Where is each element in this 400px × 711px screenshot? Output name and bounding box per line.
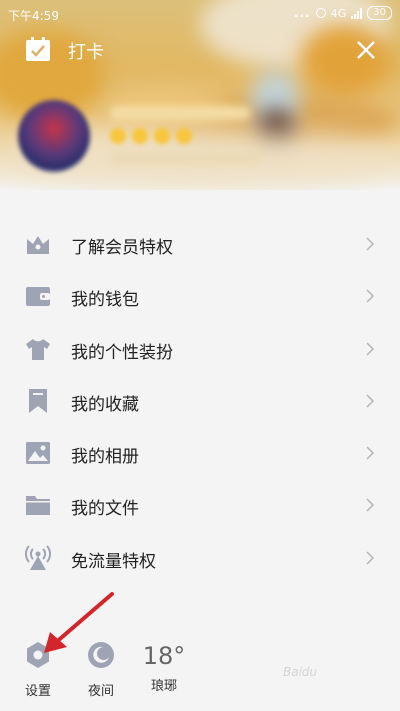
night-label: 夜间 bbox=[87, 684, 114, 699]
wallet-icon bbox=[26, 287, 50, 307]
menu-item-free-data[interactable]: 免流量特权 bbox=[0, 533, 400, 585]
chevron-right-icon bbox=[366, 394, 375, 408]
menu-item-files[interactable]: 我的文件 bbox=[0, 480, 400, 532]
calendar-check-icon[interactable] bbox=[25, 36, 51, 62]
menu-item-vip[interactable]: 了解会员特权 bbox=[0, 219, 400, 271]
alarm-icon bbox=[315, 8, 326, 18]
menu-item-album[interactable]: 我的相册 bbox=[0, 428, 400, 480]
menu-item-label: 我的文件 bbox=[71, 499, 139, 520]
menu-item-wallet[interactable]: 我的钱包 bbox=[0, 271, 400, 323]
menu-item-label: 我的钱包 bbox=[71, 290, 139, 311]
signature-blurred bbox=[110, 152, 260, 164]
checkin-label[interactable]: 打卡 bbox=[68, 38, 104, 64]
menu-item-label: 免流量特权 bbox=[71, 551, 156, 572]
chevron-right-icon bbox=[366, 551, 375, 565]
broadcast-icon bbox=[25, 545, 51, 570]
signal-dots: ... bbox=[294, 6, 311, 20]
battery-level: 30 bbox=[367, 6, 392, 20]
watermark: Baidu bbox=[283, 665, 318, 679]
folder-icon bbox=[26, 496, 50, 516]
temperature: 18° bbox=[142, 642, 186, 670]
close-icon[interactable] bbox=[350, 34, 382, 66]
chevron-right-icon bbox=[366, 498, 375, 513]
city-name: 琅琊 bbox=[150, 679, 177, 694]
chevron-right-icon bbox=[366, 237, 375, 251]
level-stars bbox=[110, 128, 192, 144]
bookmark-icon bbox=[29, 388, 47, 413]
red-arrow-annotation bbox=[44, 592, 114, 653]
chevron-right-icon bbox=[366, 289, 375, 303]
image-icon bbox=[26, 442, 50, 465]
status-time: 下午4:59 bbox=[8, 9, 59, 23]
avatar[interactable] bbox=[18, 100, 90, 172]
menu-item-favorites[interactable]: 我的收藏 bbox=[0, 376, 400, 428]
shirt-icon bbox=[26, 338, 50, 360]
chevron-right-icon bbox=[366, 446, 375, 460]
weather-widget[interactable]: 18° 琅琊 bbox=[140, 642, 188, 694]
status-bar: 下午4:59 ... 4G 30 bbox=[0, 0, 400, 30]
settings-label: 设置 bbox=[24, 684, 51, 699]
menu-item-dressup[interactable]: 我的个性装扮 bbox=[0, 324, 400, 376]
drawer-menu: 了解会员特权 我的钱包 我的个性装扮 我的收藏 我的相册 我的文件 免流量特权 bbox=[0, 219, 400, 585]
signal-bars-icon bbox=[351, 7, 363, 19]
profile-header: 下午4:59 ... 4G 30 打卡 bbox=[0, 0, 400, 190]
network-type: 4G bbox=[330, 6, 347, 20]
crown-icon bbox=[27, 236, 49, 254]
menu-item-label: 了解会员特权 bbox=[71, 238, 173, 258]
chevron-right-icon bbox=[366, 342, 375, 356]
username-blurred bbox=[110, 106, 250, 120]
menu-item-label: 我的个性装扮 bbox=[71, 342, 173, 363]
menu-item-label: 我的收藏 bbox=[71, 394, 139, 415]
menu-item-label: 我的相册 bbox=[71, 447, 139, 468]
